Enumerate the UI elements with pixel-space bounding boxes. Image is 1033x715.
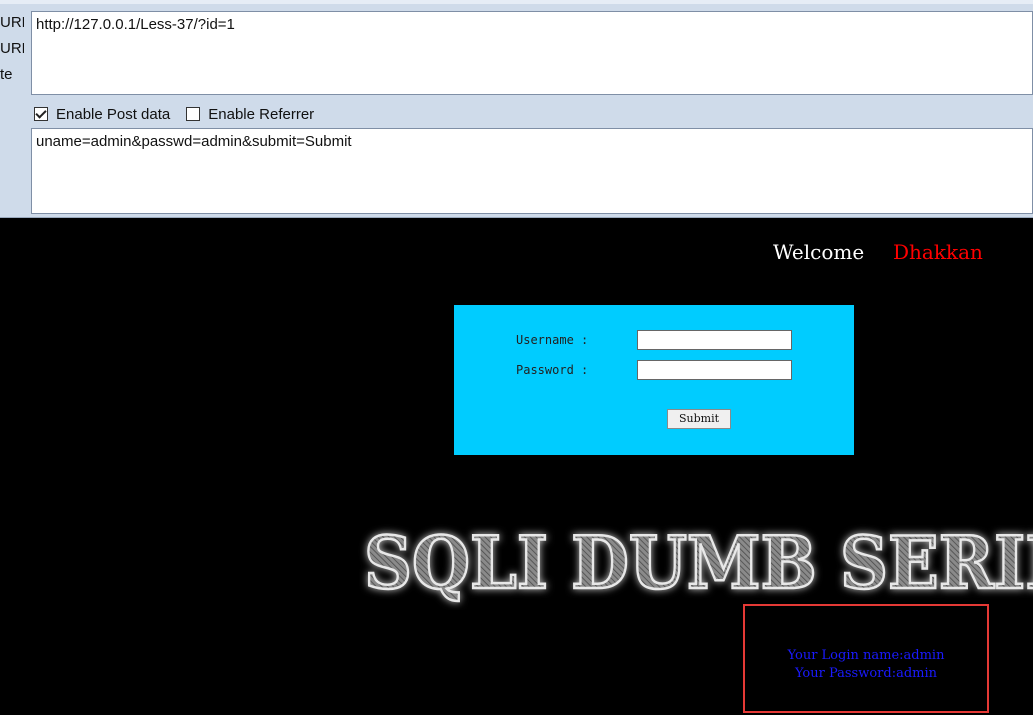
enable-referrer-checkbox[interactable]: [186, 107, 201, 121]
login-form: Username : Password : Submit: [454, 305, 854, 455]
enable-post-checkbox[interactable]: [34, 107, 48, 121]
password-result: Your Password:admin: [794, 666, 938, 681]
url-textarea[interactable]: http://127.0.0.1/Less-37/?id=1: [31, 11, 1033, 95]
submit-button[interactable]: Submit: [667, 409, 731, 429]
password-input[interactable]: [637, 360, 792, 380]
welcome-label: Welcome: [773, 240, 865, 264]
load-url-label[interactable]: URL: [0, 14, 24, 32]
username-label: Username :: [516, 333, 589, 347]
password-label: Password :: [516, 363, 589, 377]
sqli-dumb-series-banner: SQLI DUMB SERIES: [363, 519, 1033, 607]
login-result-box: Your Login name:admin Your Password:admi…: [743, 604, 989, 713]
split-url-label[interactable]: URL: [0, 40, 24, 58]
enable-referrer-label[interactable]: Enable Referrer: [208, 106, 314, 123]
banner-text: SQLI DUMB SERIES: [364, 520, 1033, 605]
welcome-username: Dhakkan: [893, 240, 983, 264]
username-input[interactable]: [637, 330, 792, 350]
login-name-result: Your Login name:admin: [787, 648, 945, 663]
enable-referrer-option[interactable]: Enable Referrer: [186, 106, 314, 123]
options-row: Enable Post data Enable Referrer: [34, 104, 330, 124]
post-data-textarea[interactable]: uname=admin&passwd=admin&submit=Submit: [31, 128, 1033, 214]
execute-label[interactable]: te: [0, 66, 24, 84]
hackbar-panel: URL URL te http://127.0.0.1/Less-37/?id=…: [0, 0, 1033, 218]
enable-post-option[interactable]: Enable Post data: [34, 106, 170, 123]
enable-post-label[interactable]: Enable Post data: [56, 106, 170, 123]
toolbar-strip: [0, 0, 1033, 4]
